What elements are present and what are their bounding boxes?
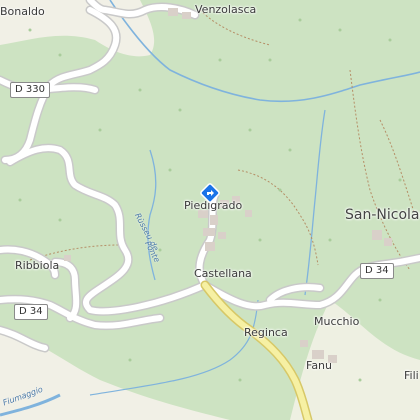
- map-canvas[interactable]: Bonaldo Venzolasca Piedigrado Castellana…: [0, 0, 420, 420]
- directions-diamond-icon[interactable]: [199, 182, 221, 204]
- place-label-venzolasca: Venzolasca: [195, 3, 257, 16]
- place-label-fanu: Fanu: [306, 359, 333, 372]
- place-label-mucchio: Mucchio: [314, 315, 360, 328]
- road-shield-d34: D 34: [360, 263, 394, 279]
- trail: [379, 119, 416, 216]
- place-label-bonaldo: Bonaldo: [0, 5, 45, 18]
- place-label-reginca: Reginca: [244, 326, 288, 339]
- stream: [304, 109, 326, 296]
- road-shield-d330: D 330: [10, 82, 50, 98]
- place-label-fili: Fili: [404, 369, 419, 382]
- place-label-san-nicolao: San-Nicolao: [345, 207, 420, 223]
- river: [109, 0, 420, 103]
- road-shield-d34: D 34: [14, 304, 48, 320]
- place-label-castellana: Castellana: [194, 267, 252, 280]
- place-label-ribbiola: Ribbiola: [15, 259, 60, 272]
- trail: [237, 169, 319, 266]
